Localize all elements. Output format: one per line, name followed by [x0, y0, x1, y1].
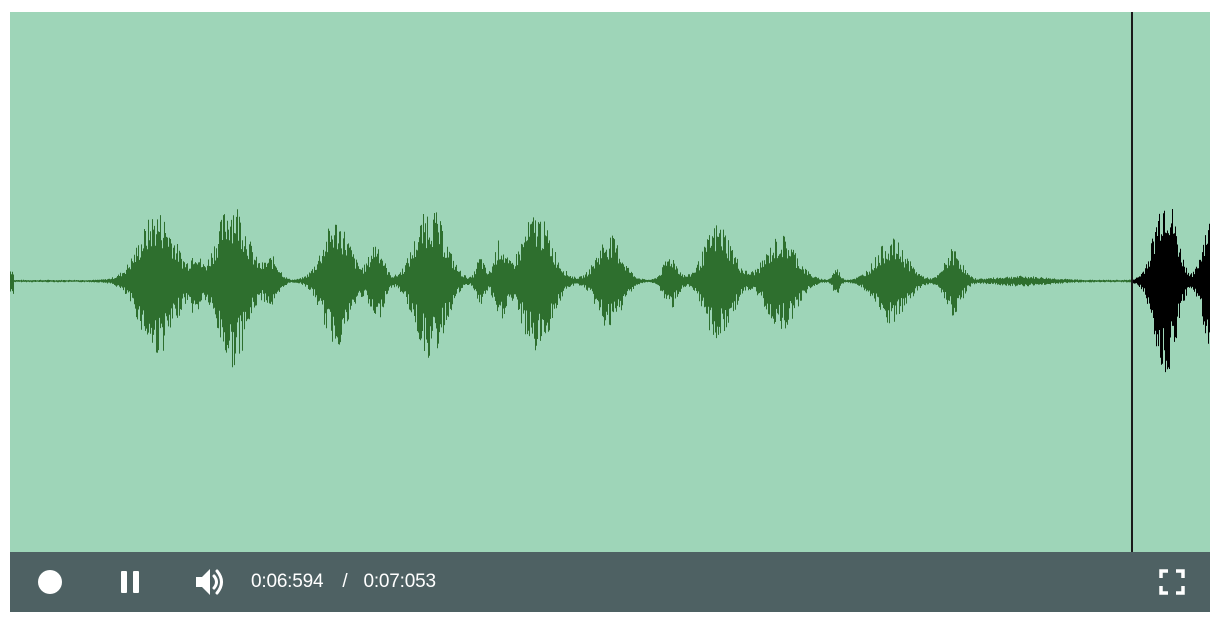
playhead-cursor[interactable]	[1131, 12, 1133, 552]
audio-player: 0:06:594 / 0:07:053	[10, 12, 1210, 612]
current-time: 0:06:594	[251, 571, 324, 592]
pause-icon	[121, 571, 139, 593]
pause-button[interactable]	[112, 552, 148, 612]
total-duration: 0:07:053	[363, 571, 436, 592]
speaker-volume-icon	[196, 569, 223, 595]
volume-button[interactable]	[190, 552, 230, 612]
time-display: 0:06:594 / 0:07:053	[251, 552, 436, 612]
fullscreen-icon	[1159, 569, 1185, 595]
waveform-display[interactable]	[10, 12, 1210, 552]
record-circle-icon	[38, 570, 62, 594]
fullscreen-button[interactable]	[1154, 552, 1190, 612]
record-button[interactable]	[32, 552, 68, 612]
waveform-svg[interactable]	[10, 12, 1210, 552]
time-separator: /	[342, 571, 348, 592]
control-bar: 0:06:594 / 0:07:053	[10, 552, 1210, 612]
